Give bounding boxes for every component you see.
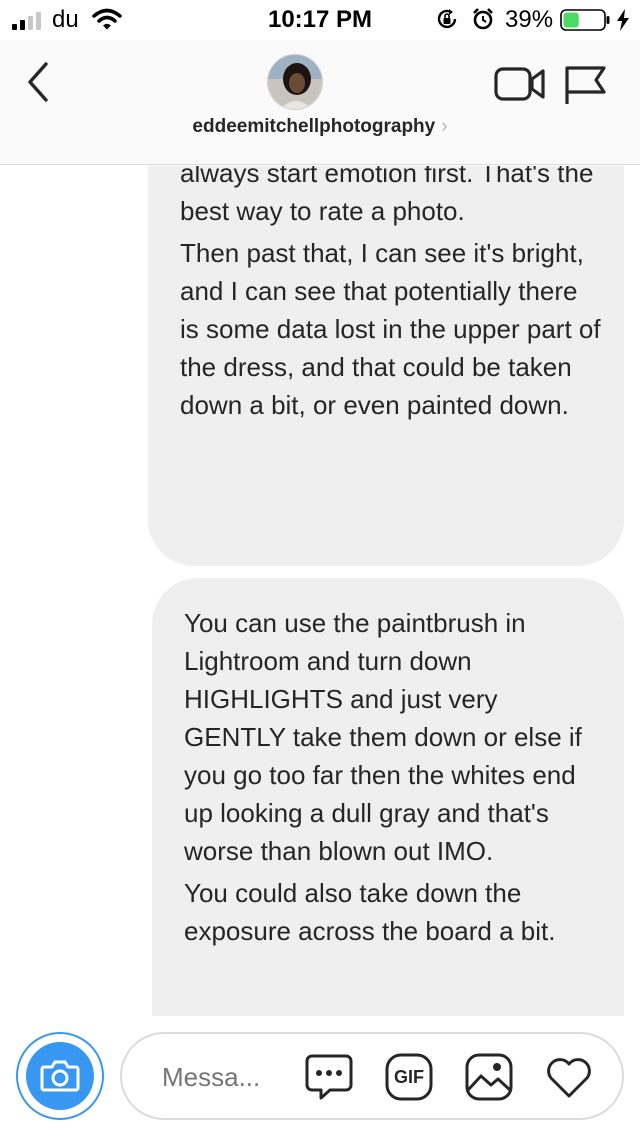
camera-icon xyxy=(40,1060,80,1092)
message-bubble[interactable]: You can use the paintbrush in Lightroom … xyxy=(152,578,624,1016)
back-chevron-icon[interactable] xyxy=(22,60,56,104)
gif-button[interactable]: GIF xyxy=(384,1052,434,1102)
message-text: You could also take down the exposure ac… xyxy=(184,878,556,946)
composer-bar: GIF xyxy=(0,1016,640,1136)
message-bubble[interactable]: always start emotion first. That's the b… xyxy=(148,166,624,566)
message-input[interactable] xyxy=(162,1062,292,1093)
gif-label: GIF xyxy=(394,1067,424,1087)
video-camera-icon[interactable] xyxy=(494,64,546,104)
heart-icon[interactable] xyxy=(544,1052,594,1102)
message-text: You can use the paintbrush in Lightroom … xyxy=(184,608,582,866)
gallery-icon[interactable] xyxy=(464,1052,514,1102)
sticker-icon[interactable] xyxy=(304,1052,354,1102)
conversation-header: eddeemitchellphotography › xyxy=(0,40,640,165)
charging-bolt-icon xyxy=(617,9,629,31)
profile-photo xyxy=(268,55,322,109)
message-text: always start emotion first. That's the b… xyxy=(180,166,594,226)
message-text: Then past that, I can see it's bright, a… xyxy=(180,238,601,420)
camera-button-fill xyxy=(26,1042,94,1110)
message-thread[interactable]: always start emotion first. That's the b… xyxy=(0,166,640,1016)
chevron-right-icon: › xyxy=(441,116,448,137)
username-link[interactable]: eddeemitchellphotography › xyxy=(0,116,640,138)
avatar[interactable] xyxy=(267,54,323,110)
flag-icon[interactable] xyxy=(562,64,608,106)
status-bar: du 10:17 PM 39% xyxy=(0,0,640,40)
camera-button[interactable] xyxy=(16,1032,104,1120)
message-field[interactable]: GIF xyxy=(120,1032,624,1120)
alarm-icon xyxy=(473,8,493,30)
rotation-lock-icon xyxy=(437,9,457,29)
battery-percentage: 39% xyxy=(505,6,554,33)
username: eddeemitchellphotography xyxy=(192,116,436,137)
battery-icon xyxy=(560,9,610,31)
